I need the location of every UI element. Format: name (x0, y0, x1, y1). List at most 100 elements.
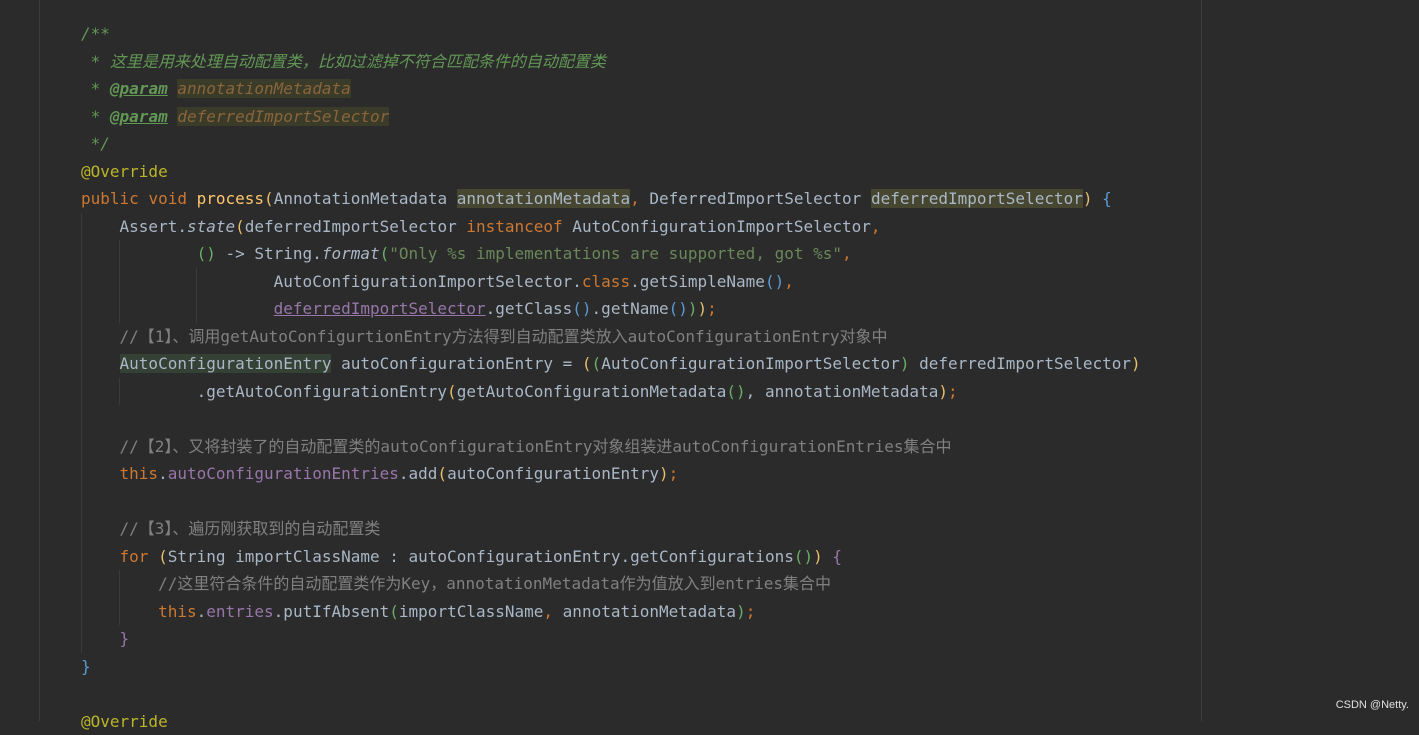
for-expression: String importClassName : autoConfigurati… (168, 547, 794, 566)
indent-guide (196, 268, 197, 296)
indent-guide (119, 598, 120, 626)
line-comment: //这里符合条件的自动配置类作为Key，annotationMetadata作为… (158, 574, 831, 593)
keyword: public (81, 189, 139, 208)
paren: ) (813, 547, 823, 566)
parameter-highlight: deferredImportSelector (871, 189, 1083, 208)
code-line: /** (81, 20, 1419, 48)
brace: } (81, 657, 91, 676)
type-name: AutoConfigurationImportSelector (601, 354, 900, 373)
code-line: //【3】、遍历刚获取到的自动配置类 (81, 515, 1419, 543)
method-call: .getSimpleName (630, 272, 765, 291)
doc-star: * (81, 107, 110, 126)
identifier: deferredImportSelector (909, 354, 1131, 373)
identifier: , annotationMetadata (746, 382, 939, 401)
method-call: .add (399, 464, 438, 483)
brace: { (823, 547, 842, 566)
identifier: deferredImportSelector (274, 299, 486, 318)
code-line (81, 680, 1419, 708)
indent-guide (119, 240, 120, 268)
indent-guide (81, 570, 82, 598)
type-name: AnnotationMetadata (274, 189, 457, 208)
code-line: */ (81, 130, 1419, 158)
keyword: instanceof (466, 217, 562, 236)
override-annotation: @Override (81, 162, 168, 181)
code-line: * @param deferredImportSelector (81, 103, 1419, 131)
doc-comment-start: /** (81, 24, 110, 43)
code-line: } (81, 653, 1419, 681)
keyword: this (158, 602, 197, 621)
code-line (81, 488, 1419, 516)
indent-guide (81, 323, 82, 351)
indent-guide (81, 433, 82, 461)
comma: , (784, 272, 794, 291)
paren: ( (148, 547, 167, 566)
indent-guide (81, 460, 82, 488)
paren: () (669, 299, 688, 318)
indent-guide (81, 240, 82, 268)
semicolon: ; (669, 464, 679, 483)
paren: ) (659, 464, 669, 483)
dot: . (197, 602, 207, 621)
method-call: .getClass (486, 299, 573, 318)
indent-guide (81, 378, 82, 406)
identifier: annotationMetadata (563, 602, 736, 621)
paren: ) (900, 354, 910, 373)
code-line (81, 405, 1419, 433)
keyword: for (120, 547, 149, 566)
method-call: getAutoConfigurationMetadata (457, 382, 727, 401)
string-literal: "Only %s implementations are supported, … (389, 244, 842, 263)
semicolon: ; (948, 382, 958, 401)
class-ref: Assert. (120, 217, 187, 236)
code-line: Assert.state(deferredImportSelector inst… (81, 213, 1419, 241)
type-name: AutoConfigurationEntry (120, 354, 332, 373)
code-line: AutoConfigurationEntry autoConfiguration… (81, 350, 1419, 378)
indent-guide (119, 570, 120, 598)
assignment: autoConfigurationEntry = (331, 354, 581, 373)
doc-comment-end: */ (81, 134, 110, 153)
indent-guide (81, 488, 82, 516)
indent-guide (81, 213, 82, 241)
indent-guide (119, 295, 120, 323)
code-editor[interactable]: /** * 这里是用来处理自动配置类，比如过滤掉不符合匹配条件的自动配置类 * … (81, 20, 1419, 735)
comma: , (871, 217, 881, 236)
paren: () (794, 547, 813, 566)
method-name: process (197, 189, 264, 208)
doc-param-name: annotationMetadata (177, 79, 350, 98)
code-line: * @param annotationMetadata (81, 75, 1419, 103)
paren: ( (389, 602, 399, 621)
code-line: this.entries.putIfAbsent(importClassName… (81, 598, 1419, 626)
identifier: deferredImportSelector (245, 217, 467, 236)
identifier: autoConfigurationEntry (447, 464, 659, 483)
semicolon: ; (707, 299, 717, 318)
parameter-highlight: annotationMetadata (457, 189, 630, 208)
editor-gutter (0, 0, 40, 721)
paren: ( (264, 189, 274, 208)
indent-guide (81, 598, 82, 626)
doc-param-tag: @param (110, 107, 168, 126)
indent-guide (119, 268, 120, 296)
method-call: .putIfAbsent (274, 602, 390, 621)
identifier: importClassName (399, 602, 544, 621)
indent-guide (81, 405, 82, 433)
keyword: class (582, 272, 630, 291)
paren: ) (736, 602, 746, 621)
paren: ) (938, 382, 948, 401)
line-comment: //【2】、又将封装了的自动配置类的autoConfigurationEntry… (120, 437, 952, 456)
watermark: CSDN @Netty. (1336, 699, 1409, 711)
paren: ) (1131, 354, 1141, 373)
code-line: //【2】、又将封装了的自动配置类的autoConfigurationEntry… (81, 433, 1419, 461)
code-line: this.autoConfigurationEntries.add(autoCo… (81, 460, 1419, 488)
doc-param-name: deferredImportSelector (177, 107, 389, 126)
comma: , (543, 602, 562, 621)
indent-guide (81, 515, 82, 543)
code-line: } (81, 625, 1419, 653)
code-line: AutoConfigurationImportSelector.class.ge… (81, 268, 1419, 296)
code-line: for (String importClassName : autoConfig… (81, 543, 1419, 571)
indent-guide (81, 350, 82, 378)
line-comment: //【1】、调用getAutoConfigurtionEntry方法得到自动配置… (120, 327, 888, 346)
doc-star: * (81, 79, 110, 98)
doc-param-tag: @param (110, 79, 168, 98)
code-line: * 这里是用来处理自动配置类，比如过滤掉不符合匹配条件的自动配置类 (81, 48, 1419, 76)
code-line: @Override (81, 708, 1419, 735)
paren: ( (447, 382, 457, 401)
